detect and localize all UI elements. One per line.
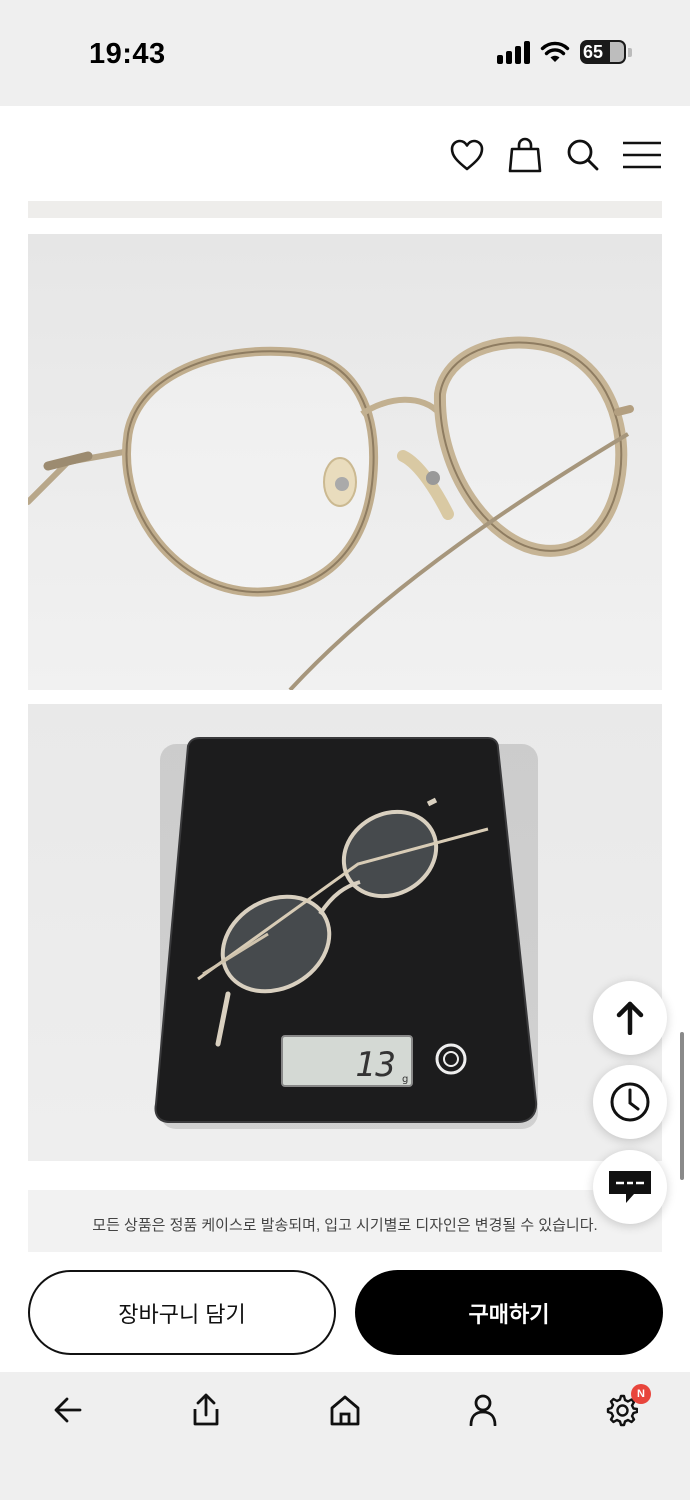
battery-level-text: 65 [583, 41, 604, 62]
signal-icon [497, 40, 530, 64]
shipping-notice: 모든 상품은 정품 케이스로 발송되며, 입고 시기별로 디자인은 변경될 수 … [28, 1190, 662, 1252]
heart-icon[interactable] [448, 136, 486, 174]
menu-icon[interactable] [622, 136, 662, 174]
purchase-bar: 장바구니 담기 구매하기 [0, 1252, 690, 1372]
wifi-icon [540, 41, 570, 62]
chat-icon [609, 1171, 651, 1203]
header-icons [448, 136, 662, 174]
home-button[interactable] [325, 1390, 365, 1430]
status-time: 19:43 [89, 38, 166, 70]
share-icon [193, 1393, 219, 1426]
browser-nav-bar: N [0, 1372, 690, 1500]
scale-unit: g [402, 1074, 408, 1085]
battery-icon: 65 [580, 40, 626, 64]
image-strip [28, 201, 662, 218]
notification-badge: N [631, 1384, 651, 1404]
back-arrow-icon [54, 1397, 82, 1423]
home-icon [330, 1395, 360, 1426]
user-icon [469, 1394, 497, 1426]
scroll-to-top-icon [616, 1001, 644, 1035]
scroll-to-top-button[interactable] [593, 981, 667, 1055]
site-header [0, 106, 690, 202]
recently-viewed-button[interactable] [593, 1065, 667, 1139]
status-bar: 19:43 65 [0, 0, 690, 106]
add-to-cart-button[interactable]: 장바구니 담기 [28, 1270, 336, 1355]
eyeglasses-on-scale-photo: 13 g [28, 704, 662, 1161]
status-icons: 65 [497, 40, 632, 64]
back-button[interactable] [48, 1390, 88, 1430]
battery-nub [628, 47, 632, 57]
eyeglasses-photo [28, 234, 662, 690]
settings-button[interactable]: N [601, 1384, 651, 1430]
chat-button[interactable] [593, 1150, 667, 1224]
scale-reading: 13 [355, 1045, 396, 1085]
shopping-bag-icon[interactable] [506, 136, 544, 174]
scrollbar[interactable] [680, 1032, 684, 1180]
search-icon[interactable] [564, 136, 602, 174]
buy-now-button[interactable]: 구매하기 [355, 1270, 663, 1355]
clock-icon [610, 1082, 650, 1122]
shipping-notice-text: 모든 상품은 정품 케이스로 발송되며, 입고 시기별로 디자인은 변경될 수 … [92, 1216, 598, 1234]
share-button[interactable] [186, 1390, 226, 1430]
my-account-button[interactable] [463, 1390, 503, 1430]
